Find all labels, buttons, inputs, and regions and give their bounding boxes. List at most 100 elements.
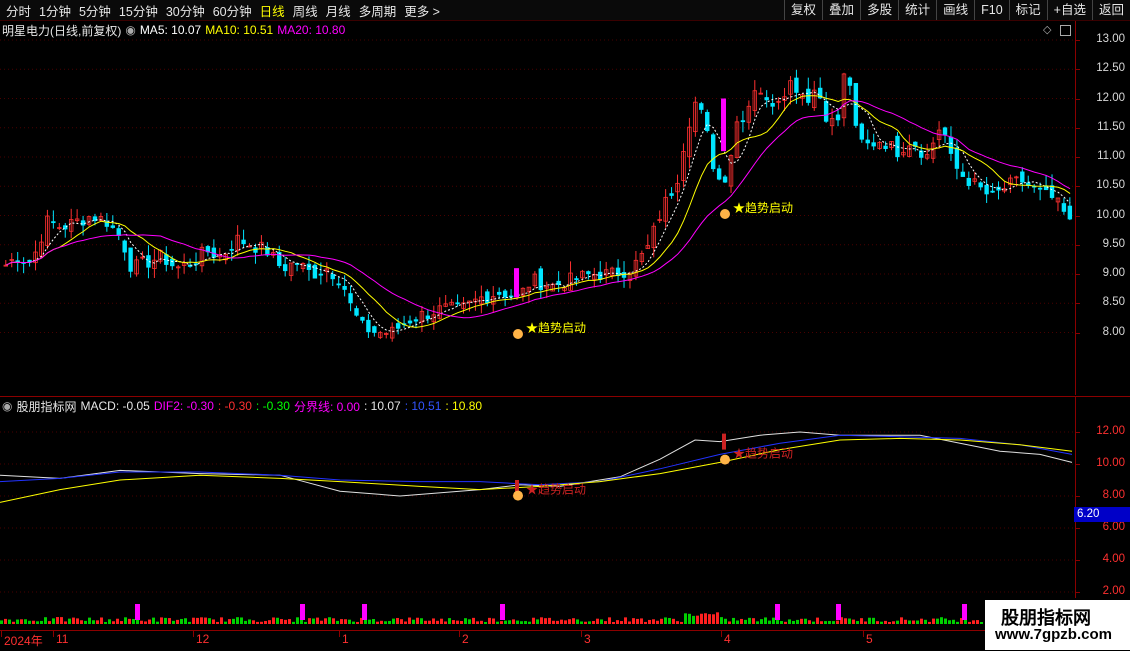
- indicator-panel[interactable]: ◉ 股朋指标网 MACD: -0.05 DIF2: -0.30 : -0.30 …: [0, 397, 1075, 598]
- volume-bar: [400, 619, 403, 624]
- axis-tick-label: 11.00: [1097, 150, 1125, 162]
- date-tick: [53, 631, 54, 637]
- axis-tick-mark: [1076, 560, 1080, 561]
- volume-bar: [76, 618, 79, 624]
- volume-bar: [416, 617, 419, 624]
- volume-bar: [468, 619, 471, 624]
- volume-bar: [108, 619, 111, 624]
- action-button-7[interactable]: +自选: [1046, 0, 1092, 20]
- period-tab-1[interactable]: 1分钟: [35, 1, 75, 20]
- volume-bar: [580, 621, 583, 624]
- candle-body: [336, 283, 341, 286]
- period-tab-0[interactable]: 分时: [2, 1, 35, 20]
- signal-bar: [722, 433, 726, 450]
- candle-body: [835, 114, 841, 121]
- candle-body: [413, 319, 419, 322]
- signal-label: ★趋势启动: [526, 321, 586, 335]
- date-tick: [193, 631, 194, 637]
- volume-bar: [64, 621, 67, 624]
- volume-bar: [724, 618, 727, 624]
- axis-tick-label: 12.00: [1096, 91, 1125, 104]
- ma20-line: [5, 100, 1071, 319]
- volume-bar: [956, 621, 959, 624]
- volume-bar: [784, 621, 787, 624]
- volume-bar: [896, 620, 899, 624]
- volume-bar: [756, 621, 759, 624]
- axis-tick-mark: [1076, 528, 1080, 529]
- volume-bar: [912, 620, 915, 624]
- action-button-8[interactable]: 返回: [1091, 0, 1130, 20]
- signal-label: ★趋势启动: [526, 483, 586, 497]
- candle-body: [942, 127, 948, 135]
- volume-bar: [404, 621, 407, 624]
- volume-bar: [228, 619, 231, 624]
- volume-bar: [240, 617, 243, 624]
- action-button-5[interactable]: F10: [974, 0, 1009, 20]
- candle-body: [871, 142, 876, 147]
- volume-bar: [476, 621, 479, 624]
- volume-bar: [32, 620, 35, 624]
- axis-tick-mark: [1076, 496, 1080, 497]
- volume-bar: [940, 617, 943, 624]
- period-tab-6[interactable]: 日线: [256, 1, 289, 20]
- volume-bar: [180, 618, 183, 624]
- axis-tick-mark: [1076, 127, 1080, 129]
- period-tab-4[interactable]: 30分钟: [162, 1, 209, 20]
- axis-tick-mark: [1076, 432, 1080, 433]
- volume-bar: [284, 619, 287, 624]
- volume-bar: [140, 620, 143, 624]
- volume-bar: [236, 617, 239, 624]
- axis-tick-mark: [1076, 186, 1080, 188]
- axis-tick-label: 9.50: [1102, 237, 1125, 250]
- volume-bar: [104, 621, 107, 624]
- indicator-chart: ★趋势启动 ★趋势启动: [0, 431, 1075, 593]
- volume-bar: [632, 618, 635, 624]
- period-tab-5[interactable]: 60分钟: [209, 1, 256, 20]
- current-value-badge: 6.20: [1074, 507, 1130, 522]
- volume-bar: [928, 621, 931, 624]
- volume-bar: [528, 621, 531, 624]
- axis-tick-mark: [1076, 592, 1080, 593]
- volume-bar: [72, 617, 75, 624]
- volume-bar: [252, 620, 255, 624]
- volume-bar: [60, 617, 63, 624]
- volume-bar: [788, 619, 791, 624]
- candle-body: [318, 273, 324, 276]
- action-button-1[interactable]: 叠加: [822, 0, 860, 20]
- volume-bar: [696, 615, 699, 624]
- volume-bar: [68, 618, 71, 624]
- candle-body: [615, 267, 621, 277]
- action-button-6[interactable]: 标记: [1008, 0, 1047, 20]
- period-tab-9[interactable]: 多周期: [355, 1, 401, 20]
- volume-bar: [168, 618, 171, 624]
- date-label: 2024年: [4, 634, 43, 648]
- volume-bar: [648, 619, 651, 624]
- price-chart-panel[interactable]: 明星电力(日线,前复权) ◉ MA5: 10.07 MA10: 10.51 MA…: [0, 21, 1075, 395]
- volume-bar: [428, 620, 431, 624]
- volume-bar: [40, 620, 43, 624]
- action-button-0[interactable]: 复权: [784, 0, 822, 20]
- date-label: 3: [584, 632, 591, 646]
- volume-bar: [792, 620, 795, 624]
- volume-bar: [676, 621, 679, 624]
- action-button-3[interactable]: 统计: [898, 0, 936, 20]
- candle-body: [990, 190, 995, 193]
- volume-bar: [452, 620, 455, 624]
- period-tab-8[interactable]: 月线: [322, 1, 355, 20]
- volume-bar: [412, 619, 415, 624]
- candle-body: [794, 77, 799, 93]
- action-button-4[interactable]: 画线: [936, 0, 974, 20]
- action-button-2[interactable]: 多股: [860, 0, 898, 20]
- period-tab-2[interactable]: 5分钟: [75, 1, 115, 20]
- period-tab-10[interactable]: 更多 >: [400, 1, 444, 20]
- volume-bar: [768, 620, 771, 624]
- candle-body: [883, 145, 888, 149]
- volume-bar: [336, 620, 339, 624]
- volume-bar: [320, 620, 323, 624]
- period-tab-7[interactable]: 周线: [289, 1, 322, 20]
- volume-signal-bar: [836, 604, 841, 620]
- axis-tick-mark: [1076, 244, 1080, 246]
- period-tab-3[interactable]: 15分钟: [115, 1, 162, 20]
- top-toolbar: 分时 1分钟 5分钟 15分钟 30分钟 60分钟 日线 周线 月线 多周期 更多 > 复权 叠加 多股…: [0, 0, 1130, 21]
- volume-bar: [492, 618, 495, 624]
